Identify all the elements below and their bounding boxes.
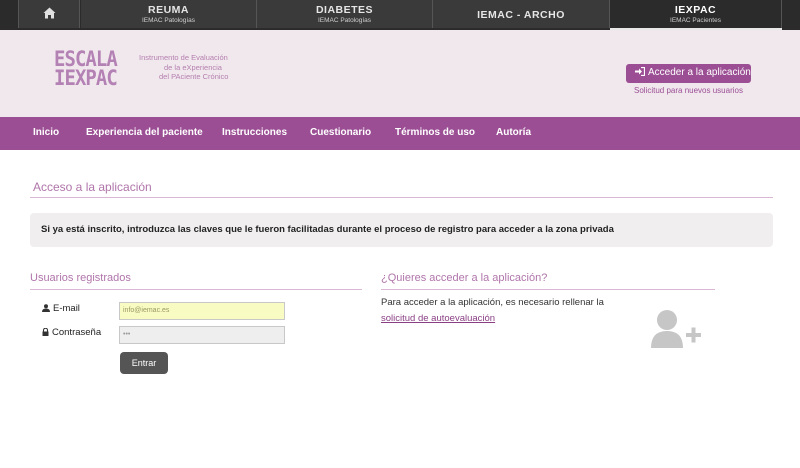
top-navigation-bar: REUMA IEMAC Patologías DIABETES IEMAC Pa… — [0, 0, 800, 30]
tagline-line: Instrumento de Evaluación — [139, 53, 228, 62]
divider — [30, 289, 362, 290]
tab-diabetes[interactable]: DIABETES IEMAC Patologías — [257, 0, 433, 28]
nav-item-cuestionario[interactable]: Cuestionario — [310, 127, 371, 138]
tab-reuma[interactable]: REUMA IEMAC Patologías — [81, 0, 257, 28]
info-message: Si ya está inscrito, introduzca las clav… — [30, 213, 773, 247]
tagline: Instrumento de Evaluación de la eXperien… — [139, 53, 259, 82]
sign-in-icon — [635, 66, 646, 77]
tagline-line: de la eXperiencia — [164, 62, 222, 72]
access-app-label: Acceder a la aplicación — [648, 67, 751, 78]
signup-text: Para acceder a la aplicación, es necesar… — [381, 297, 604, 308]
nav-item-instrucciones[interactable]: Instrucciones — [222, 127, 287, 138]
tab-title: IEMAC - ARCHO — [477, 9, 565, 21]
tab-title: IEXPAC — [674, 4, 717, 16]
tab-title: REUMA — [148, 4, 189, 16]
home-button[interactable] — [18, 0, 80, 28]
access-app-button[interactable]: Acceder a la aplicación — [626, 64, 751, 83]
tab-subtitle: IEMAC Pacientes — [670, 17, 721, 24]
password-field[interactable]: ••• — [119, 326, 285, 344]
tagline-line: del PAciente Crónico — [159, 72, 229, 81]
user-icon — [42, 304, 50, 312]
tab-subtitle: IEMAC Patologías — [141, 17, 196, 24]
logo-line: IEXPAC — [54, 66, 118, 90]
new-users-link[interactable]: Solicitud para nuevos usuarios — [626, 86, 751, 95]
add-user-icon[interactable] — [650, 309, 704, 349]
signup-link[interactable]: solicitud de autoevaluación — [381, 313, 495, 324]
divider — [381, 289, 715, 290]
divider — [30, 197, 773, 198]
tab-iexpac[interactable]: IEXPAC IEMAC Pacientes — [610, 0, 782, 28]
page-title: Acceso a la aplicación — [33, 180, 152, 194]
password-label-text: Contraseña — [52, 327, 102, 338]
email-label: E-mail — [42, 303, 80, 314]
registered-users-title: Usuarios registrados — [30, 272, 131, 284]
home-icon — [43, 7, 56, 19]
login-button[interactable]: Entrar — [120, 352, 168, 374]
email-label-text: E-mail — [53, 303, 80, 314]
nav-item-terminos[interactable]: Términos de uso — [395, 127, 475, 138]
main-navigation: Inicio Experiencia del paciente Instrucc… — [0, 117, 800, 150]
site-header: ESCALA IEXPAC Instrumento de Evaluación … — [0, 30, 800, 117]
nav-item-inicio[interactable]: Inicio — [33, 127, 59, 138]
lock-icon — [42, 327, 49, 336]
tab-subtitle: IEMAC Patologías — [317, 17, 372, 24]
email-field[interactable]: info@iemac.es — [119, 302, 285, 320]
nav-item-autoria[interactable]: Autoría — [496, 127, 531, 138]
tab-title: DIABETES — [315, 4, 374, 16]
nav-item-experiencia[interactable]: Experiencia del paciente — [86, 127, 203, 138]
signup-title: ¿Quieres acceder a la aplicación? — [381, 272, 548, 284]
tab-iemac-archo[interactable]: IEMAC - ARCHO — [433, 0, 610, 28]
logo[interactable]: ESCALA IEXPAC — [54, 49, 128, 92]
password-label: Contraseña — [42, 327, 101, 338]
